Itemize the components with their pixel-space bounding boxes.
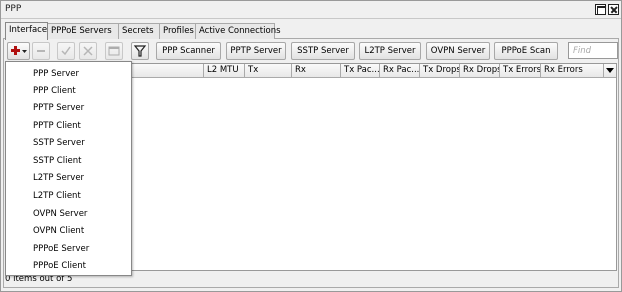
column-tx[interactable]: Tx [244,64,291,78]
menu-item-pppoe-client[interactable]: PPPoE Client [6,257,131,274]
check-icon [61,46,71,56]
column-rx[interactable]: Rx [291,64,340,78]
menu-item-ppp-server[interactable]: PPP Server [6,65,131,82]
pppoe-scan-button[interactable]: PPPoE Scan [494,42,558,60]
title-bar: PPP [1,1,621,19]
filter-icon [133,45,147,57]
column-tx-errors[interactable]: Tx Errors [499,64,540,78]
menu-item-pptp-server[interactable]: PPTP Server [6,99,131,116]
disable-button[interactable] [79,42,97,60]
comment-button[interactable] [105,42,123,60]
column-rx-packets[interactable]: Rx Pac... [379,64,419,78]
menu-item-sstp-client[interactable]: SSTP Client [6,152,131,169]
column-tx-packets[interactable]: Tx Pac... [340,64,379,78]
l2tp-server-button[interactable]: L2TP Server [359,42,421,60]
add-button[interactable] [7,42,30,60]
menu-item-l2tp-server[interactable]: L2TP Server [6,169,131,186]
column-tx-drops[interactable]: Tx Drops [419,64,459,78]
menu-item-ovpn-client[interactable]: OVPN Client [6,222,131,239]
tab-pppoe-servers[interactable]: PPPoE Servers [47,23,119,39]
enable-button[interactable] [57,42,75,60]
window-title: PPP [5,4,22,14]
close-icon[interactable] [608,4,619,15]
column-l2-mtu[interactable]: L2 MTU [203,64,244,78]
sstp-server-button[interactable]: SSTP Server [291,42,355,60]
column-rx-errors[interactable]: Rx Errors [540,64,603,78]
maximize-icon[interactable] [595,4,606,15]
pptp-server-button[interactable]: PPTP Server [226,42,286,60]
minus-icon [37,50,45,52]
add-dropdown-menu: PPP Server PPP Client PPTP Server PPTP C… [5,61,132,276]
column-menu-icon[interactable] [603,65,615,77]
menu-item-pppoe-server[interactable]: PPPoE Server [6,240,131,257]
remove-button[interactable] [32,42,50,60]
tab-active-connections[interactable]: Active Connections [195,23,281,39]
menu-item-sstp-server[interactable]: SSTP Server [6,134,131,151]
menu-item-ppp-client[interactable]: PPP Client [6,82,131,99]
x-icon [83,46,93,56]
menu-item-pptp-client[interactable]: PPTP Client [6,117,131,134]
filter-button[interactable] [131,42,149,60]
menu-item-l2tp-client[interactable]: L2TP Client [6,187,131,204]
tab-profiles[interactable]: Profiles [159,23,196,39]
menu-item-ovpn-server[interactable]: OVPN Server [6,205,131,222]
find-input[interactable] [568,42,618,59]
ppp-scanner-button[interactable]: PPP Scanner [156,42,221,60]
tab-secrets[interactable]: Secrets [118,23,160,39]
tab-interface[interactable]: Interface [5,22,48,40]
plus-icon [11,46,27,55]
column-rx-drops[interactable]: Rx Drops [459,64,499,78]
ppp-window: PPP PPPoE Servers Secrets Profiles Activ… [0,0,622,292]
comment-icon [108,46,120,56]
ovpn-server-button[interactable]: OVPN Server [426,42,490,60]
